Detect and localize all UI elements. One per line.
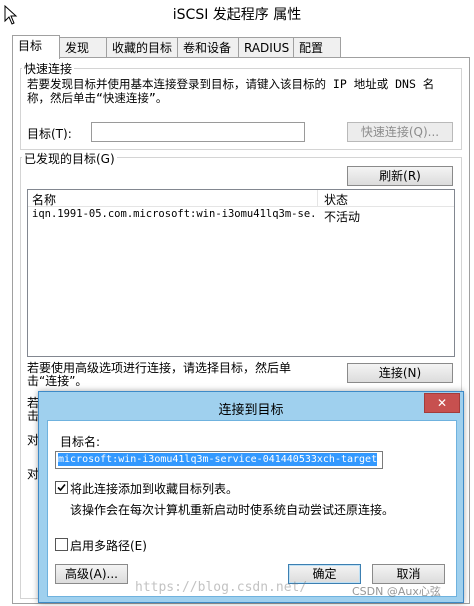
target-name-cell: iqn.1991-05.com.microsoft:win-i3omu41lq3… bbox=[32, 208, 314, 220]
multipath-checkbox[interactable] bbox=[55, 538, 68, 551]
dialog-close-button[interactable]: ✕ bbox=[424, 393, 460, 413]
title-bar: iSCSI 发起程序 属性 bbox=[0, 0, 474, 30]
tab-configuration[interactable]: 配置 bbox=[293, 37, 341, 57]
column-header-name[interactable]: 名称 bbox=[32, 191, 56, 208]
cancel-button[interactable]: 取消 bbox=[372, 564, 445, 584]
add-favorites-checkbox[interactable] bbox=[55, 481, 68, 494]
add-favorites-label[interactable]: 将此连接添加到收藏目标列表。 bbox=[70, 480, 238, 497]
column-header-status[interactable]: 状态 bbox=[324, 191, 348, 208]
add-favorites-note: 该操作会在每次计算机重新启动时使系统自动尝试还原连接。 bbox=[70, 503, 395, 517]
watermark-url: https://blog.csdn.net/ bbox=[135, 580, 308, 595]
table-row[interactable]: iqn.1991-05.com.microsoft:win-i3omu41lq3… bbox=[28, 207, 454, 224]
column-divider bbox=[317, 190, 318, 206]
connect-button[interactable]: 连接(N) bbox=[347, 363, 453, 383]
targets-list[interactable]: 名称 状态 iqn.1991-05.com.microsoft:win-i3om… bbox=[27, 189, 455, 357]
quick-connect-button[interactable]: 快速连接(Q)... bbox=[347, 122, 453, 142]
window-title: iSCSI 发起程序 属性 bbox=[172, 7, 302, 23]
target-name-value: microsoft:win-i3omu41lq3m-service-041440… bbox=[58, 453, 378, 466]
target-input[interactable] bbox=[91, 122, 305, 142]
target-status-cell: 不活动 bbox=[324, 210, 361, 224]
tab-volumes-devices[interactable]: 卷和设备 bbox=[177, 37, 239, 57]
multipath-label[interactable]: 启用多路径(E) bbox=[70, 537, 147, 554]
quick-connect-group-label: 快速连接 bbox=[22, 60, 75, 77]
target-name-label: 目标名: bbox=[60, 435, 101, 449]
list-header: 名称 状态 bbox=[28, 190, 454, 207]
dialog-body: 目标名: microsoft:win-i3omu41lq3m-service-0… bbox=[47, 420, 457, 597]
target-label: 目标(T): bbox=[27, 127, 72, 141]
tab-radius[interactable]: RADIUS bbox=[238, 37, 294, 57]
advanced-button[interactable]: 高级(A)... bbox=[55, 564, 128, 584]
advanced-hint: 若要使用高级选项进行连接，请选择目标，然后单击“连接”。 bbox=[27, 361, 292, 388]
close-icon: ✕ bbox=[436, 396, 448, 410]
quick-connect-description: 若要发现目标并使用基本连接登录到目标，请键入该目标的 IP 地址或 DNS 名称… bbox=[27, 77, 435, 105]
discovered-group-label: 已发现的目标(G) bbox=[22, 150, 117, 167]
refresh-button[interactable]: 刷新(R) bbox=[347, 166, 453, 186]
target-name-field[interactable]: microsoft:win-i3omu41lq3m-service-041440… bbox=[55, 451, 383, 469]
tab-targets[interactable]: 目标 bbox=[12, 35, 60, 59]
connect-dialog: 连接到目标 ✕ 目标名: microsoft:win-i3omu41lq3m-s… bbox=[38, 391, 464, 603]
watermark-brand: CSDN @Aux心弦 bbox=[352, 585, 441, 598]
dialog-title: 连接到目标 bbox=[218, 403, 284, 418]
tab-favorite-targets[interactable]: 收藏的目标 bbox=[106, 37, 178, 57]
checkmark-icon bbox=[57, 483, 66, 492]
tab-discovery[interactable]: 发现 bbox=[59, 37, 107, 57]
